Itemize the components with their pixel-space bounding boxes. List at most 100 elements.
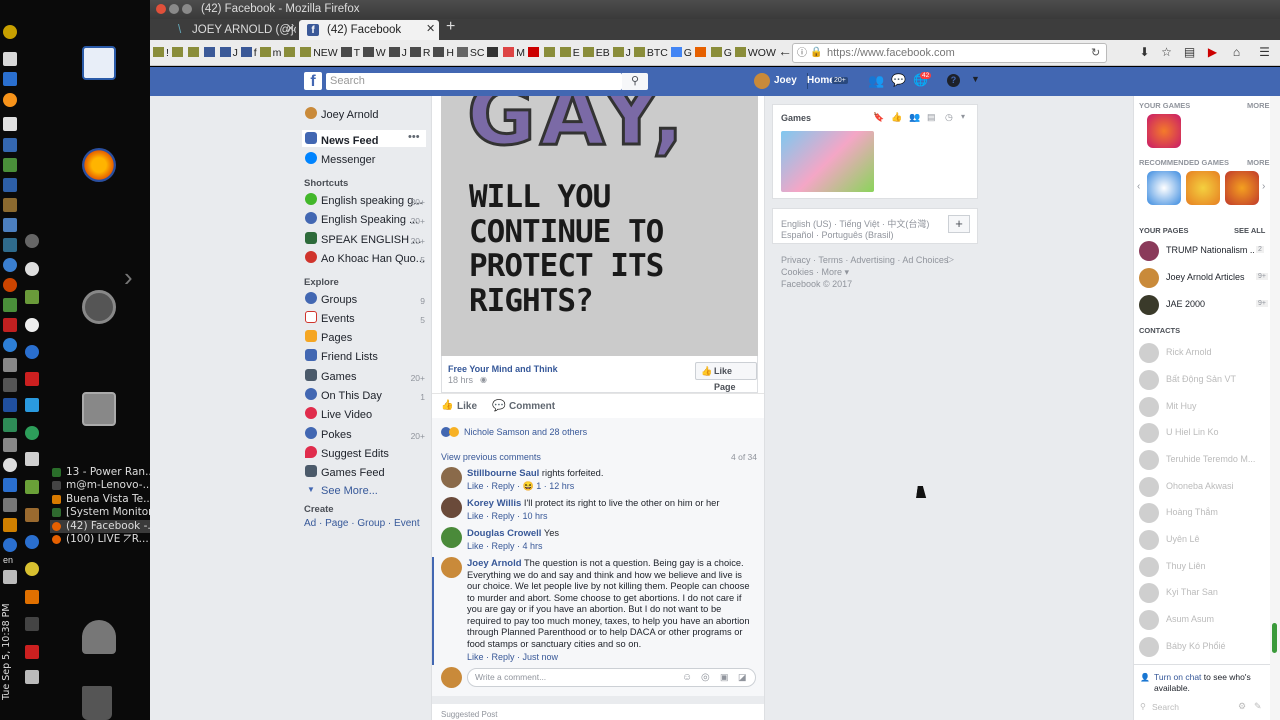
view-previous-comments-link[interactable]: View previous comments	[441, 452, 541, 462]
filezilla-icon[interactable]	[25, 372, 39, 386]
chat-search-input[interactable]: Search	[1152, 702, 1179, 712]
comment-actions[interactable]: Like · Reply · Just now	[467, 652, 558, 662]
youtube-icon[interactable]: ▶	[1206, 46, 1219, 59]
game-icon[interactable]	[1147, 171, 1181, 205]
dogecoin-icon[interactable]	[25, 562, 39, 576]
ad-choices-icon[interactable]: ▷	[947, 254, 954, 265]
avatar[interactable]	[305, 107, 317, 119]
sidebar-item-live-video[interactable]: Live Video	[321, 409, 372, 421]
language-options[interactable]: English (US) · Tiếng Việt · 中文(台灣)	[781, 217, 929, 230]
home-link[interactable]: Home	[807, 75, 835, 86]
lock-icon[interactable]: 🔒	[810, 44, 822, 62]
candy-crush-icon[interactable]	[1147, 114, 1181, 148]
messenger-icon[interactable]	[305, 152, 317, 164]
monitor-icon[interactable]	[3, 378, 17, 392]
back-icon[interactable]: ←	[778, 44, 792, 58]
vlc-icon[interactable]	[3, 518, 17, 532]
page-item[interactable]: JAE 2000 9+	[1139, 295, 1269, 317]
new-message-icon[interactable]: ✎	[1254, 701, 1262, 712]
chevron-down-icon[interactable]: ▾	[961, 112, 965, 121]
tool-icon[interactable]	[3, 358, 17, 372]
task-item[interactable]: 13 - Power Ran...	[50, 466, 150, 479]
vlc2-icon[interactable]	[25, 590, 39, 604]
minimize-window-icon[interactable]	[169, 4, 179, 14]
spreadsheet-icon[interactable]	[3, 158, 17, 172]
chrome-icon[interactable]	[3, 338, 17, 352]
task-item[interactable]: Buena Vista Te...	[50, 493, 150, 506]
download-icon[interactable]: ⬇	[1138, 46, 1151, 59]
create-links[interactable]: Ad · Page · Group · Event	[304, 518, 420, 529]
user-icon[interactable]	[82, 620, 116, 654]
language-options[interactable]: Español · Português (Brasil)	[781, 230, 894, 240]
post-image[interactable]: GAY, WILL YOU CONTINUE TO PROTECT ITS RI…	[441, 96, 758, 356]
home-icon[interactable]: ⌂	[1230, 46, 1243, 59]
profile-link[interactable]: Joey Arnold	[321, 109, 378, 121]
comment-actions[interactable]: Like · Reply · 😆 1 · 12 hrs	[467, 481, 574, 492]
chevron-right-icon[interactable]: ›	[124, 262, 133, 293]
gif-icon[interactable]: ▣	[720, 669, 729, 686]
comment-button[interactable]: Comment	[509, 401, 555, 412]
sidebar-item-events[interactable]: Events	[321, 313, 355, 325]
info-icon[interactable]: ⓘ	[797, 45, 807, 63]
sidebar-item-groups[interactable]: Groups	[321, 294, 357, 306]
search-icon[interactable]: ⚲	[622, 73, 648, 90]
ubuntu-icon[interactable]	[82, 290, 116, 324]
sidebar-item-suggest-edits[interactable]: Suggest Edits	[321, 448, 389, 460]
android-icon[interactable]	[3, 298, 17, 312]
screenshot-icon[interactable]	[25, 290, 39, 304]
camera-icon[interactable]: ◎	[701, 669, 710, 686]
chevron-down-icon[interactable]: ▼	[307, 485, 315, 494]
bookmark-star-icon[interactable]: ☆	[1160, 46, 1173, 59]
add-language-button[interactable]: +	[948, 215, 970, 233]
contact-item[interactable]: Rick Arnold	[1139, 343, 1269, 365]
contact-item[interactable]: Ohoneba Akwasi	[1139, 477, 1269, 499]
file-manager-icon[interactable]	[82, 392, 116, 426]
slots-game-icon[interactable]	[1225, 171, 1259, 205]
message-icon[interactable]: ▤	[927, 112, 936, 123]
wifi-icon[interactable]	[3, 538, 17, 552]
emoji-icon[interactable]: ☺	[682, 669, 692, 686]
url-bar[interactable]: ⓘ 🔒 https://www.facebook.com ↻	[792, 43, 1107, 63]
fire-icon[interactable]	[3, 278, 17, 292]
avatar[interactable]	[441, 527, 462, 548]
calculator-icon[interactable]	[3, 138, 17, 152]
chevron-right-icon[interactable]: ›	[1262, 181, 1265, 192]
more-link[interactable]: MORE	[1247, 158, 1270, 167]
keyboard-icon[interactable]	[3, 498, 17, 512]
commenter-name[interactable]: Korey Willis	[467, 498, 521, 509]
text-document-icon[interactable]	[82, 46, 116, 80]
friend-requests-icon[interactable]: 👥	[868, 73, 884, 89]
firefox-icon[interactable]	[82, 148, 116, 182]
commenter-name[interactable]: Douglas Crowell	[467, 528, 541, 539]
help-icon[interactable]: ?	[947, 74, 960, 87]
more-link[interactable]: MORE	[1247, 101, 1270, 110]
contact-item[interactable]: Báby Kó Phổié	[1139, 637, 1269, 659]
desktop-icon[interactable]	[3, 398, 17, 412]
like-button[interactable]: Like	[457, 401, 477, 412]
sidebar-item-pages[interactable]: Pages	[321, 332, 352, 344]
task-item[interactable]: [System Monitor]	[50, 506, 150, 519]
gear-icon[interactable]: ⚙	[1238, 701, 1246, 712]
see-more-link[interactable]: See More...	[321, 485, 378, 497]
see-all-link[interactable]: SEE ALL	[1234, 226, 1265, 235]
account-menu-icon[interactable]: ▼	[971, 74, 980, 84]
reactions-summary[interactable]: Nichole Samson and 28 others	[464, 427, 587, 437]
contact-item[interactable]: Asum Asum	[1139, 610, 1269, 632]
like-page-button[interactable]: 👍 Like Page	[695, 362, 757, 392]
bluetooth-icon[interactable]	[25, 617, 39, 631]
search-icon[interactable]: ⚲	[1140, 702, 1146, 711]
write-comment-input[interactable]: Write a comment... ☺ ◎ ▣ ◪	[467, 668, 756, 687]
sticker-icon[interactable]: ◪	[738, 669, 747, 686]
comment-actions[interactable]: Like · Reply · 4 hrs	[467, 541, 543, 551]
sidebar-item-games-feed[interactable]: Games Feed	[321, 467, 385, 479]
library-icon[interactable]: ▤	[1183, 46, 1196, 59]
scrollbar-thumb[interactable]	[1272, 623, 1277, 653]
clock[interactable]: Tue Sep 5, 10:38 PM	[1, 560, 17, 700]
post-time[interactable]: 18 hrs	[448, 375, 473, 385]
footer-links[interactable]: Cookies · More ▾	[781, 267, 849, 278]
obs-icon[interactable]	[25, 234, 39, 248]
screenshot2-icon[interactable]	[25, 452, 39, 466]
network-icon[interactable]	[3, 72, 17, 86]
messenger-icon[interactable]: 💬	[891, 73, 906, 87]
document-icon[interactable]	[3, 52, 17, 66]
